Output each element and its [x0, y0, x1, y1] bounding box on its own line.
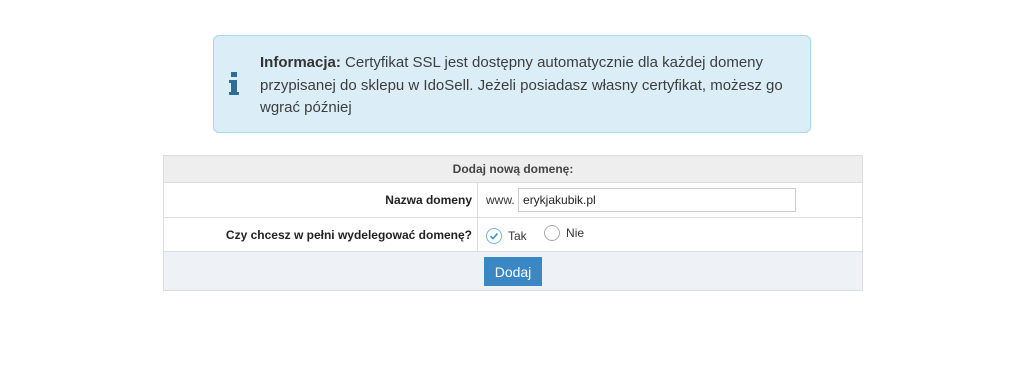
info-icon — [228, 72, 240, 96]
info-box: Informacja: Certyfikat SSL jest dostępny… — [213, 35, 811, 133]
radio-tak-label: Tak — [508, 229, 527, 243]
delegate-row: Czy chcesz w pełni wydelegować domenę? T… — [163, 217, 863, 252]
radio-unchecked-icon[interactable] — [544, 225, 561, 241]
radio-nie[interactable]: Nie — [544, 225, 584, 241]
domain-prefix: www. — [486, 193, 515, 207]
add-domain-form: Dodaj nową domenę: Nazwa domeny www. Czy… — [163, 155, 863, 291]
add-domain-button[interactable]: Dodaj — [484, 256, 542, 286]
form-header: Dodaj nową domenę: — [163, 155, 863, 183]
info-message: Informacja: Certyfikat SSL jest dostępny… — [260, 52, 790, 120]
form-footer: Dodaj — [163, 251, 863, 291]
radio-checked-icon[interactable] — [486, 228, 502, 244]
delegate-options: Tak Nie — [477, 217, 863, 252]
info-lead: Informacja: — [260, 54, 341, 71]
radio-nie-label: Nie — [566, 226, 585, 240]
domain-label: Nazwa domeny — [163, 182, 478, 218]
domain-input[interactable] — [518, 188, 797, 212]
delegate-label: Czy chcesz w pełni wydelegować domenę? — [163, 217, 478, 252]
domain-row: Nazwa domeny www. — [163, 182, 863, 218]
domain-value-cell: www. — [477, 182, 863, 218]
radio-tak[interactable]: Tak — [486, 228, 527, 244]
